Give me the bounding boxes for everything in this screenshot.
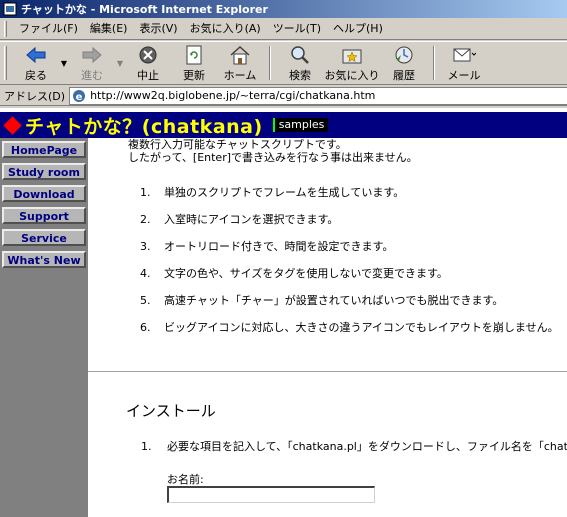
list-item-text: 文字の色や、サイズをタグを使用しないで変更できます。 <box>164 267 448 280</box>
history-button[interactable]: 履歴 <box>381 42 427 84</box>
list-item-number: 6. <box>140 321 151 334</box>
back-label: 戻る <box>25 68 47 82</box>
refresh-button[interactable]: 更新 <box>171 42 217 84</box>
step-number: 1. <box>141 440 152 453</box>
menu-bar: ファイル(F) 編集(E) 表示(V) お気に入り(A) ツール(T) ヘルプ(… <box>0 18 567 40</box>
stop-button[interactable]: 中止 <box>125 42 171 84</box>
toolbar-separator <box>433 46 435 80</box>
address-input[interactable]: e http://www2q.biglobene.jp/~terra/cgi/c… <box>69 86 567 105</box>
list-item: 6. ビッグアイコンに対応し、大きさの違うアイコンでもレイアウトを崩しません。 <box>140 319 559 335</box>
menu-bar-grip[interactable] <box>4 20 7 37</box>
intro-line: 複数行入力可能なチャットスクリプトです。 <box>128 138 347 151</box>
list-item-text: 高速チャット「チャー」が設置されていればいつでも脱出できます。 <box>164 294 504 307</box>
site-banner: チャトかな？(chatkana) samples <box>0 112 567 138</box>
menu-tools[interactable]: ツール(T) <box>267 20 327 38</box>
favorites-folder-icon <box>340 44 364 66</box>
back-dropdown-arrow[interactable]: ▼ <box>59 42 69 84</box>
stop-label: 中止 <box>137 68 159 82</box>
list-item-text: ビッグアイコンに対応し、大きさの違うアイコンでもレイアウトを崩しません。 <box>164 321 559 334</box>
intro-line: したがって、[Enter]で書き込みを行なう事は出来ません。 <box>128 151 418 164</box>
back-arrow-icon <box>24 44 48 66</box>
list-item: 5. 高速チャット「チャー」が設置されていればいつでも脱出できます。 <box>140 292 503 308</box>
red-diamond-icon <box>3 115 22 135</box>
menu-file[interactable]: ファイル(F) <box>13 20 84 38</box>
nav-sidebar: HomePage Study room Download Support Ser… <box>0 138 88 517</box>
search-icon <box>288 44 312 66</box>
name-input[interactable] <box>167 486 375 503</box>
page-title: チャトかな？(chatkana) <box>25 115 263 138</box>
mail-button[interactable]: メール <box>441 42 487 84</box>
home-button[interactable]: ホーム <box>217 42 263 84</box>
list-item: 1. 単独のスクリプトでフレームを生成しています。 <box>140 184 404 200</box>
history-icon <box>392 44 416 66</box>
search-label: 検索 <box>289 68 311 82</box>
address-label: アドレス(D) <box>4 89 66 103</box>
address-url: http://www2q.biglobene.jp/~terra/cgi/cha… <box>90 89 376 102</box>
install-heading: インストール <box>126 402 216 420</box>
home-icon <box>228 44 252 66</box>
menu-favorites[interactable]: お気に入り(A) <box>184 20 267 38</box>
nav-download[interactable]: Download <box>2 185 86 202</box>
list-item-number: 2. <box>140 213 151 226</box>
nav-service[interactable]: Service <box>2 229 86 246</box>
standard-toolbar: 戻る ▼ 進む ▼ 中止 更新 ホーム 検索 お気に入り 履歴 メール <box>0 41 567 85</box>
list-item-number: 5. <box>140 294 151 307</box>
svg-text:e: e <box>76 92 83 103</box>
ie-page-icon <box>3 2 17 16</box>
step-text: 必要な項目を記入して、「chatkana.pl」をダウンロードし、ファイル名を「… <box>167 440 567 453</box>
back-button[interactable]: 戻る <box>13 42 59 84</box>
stop-icon <box>136 44 160 66</box>
name-label: お名前: <box>167 473 204 486</box>
window-title-bar: チャットかな - Microsoft Internet Explorer <box>0 0 567 18</box>
list-item-number: 1. <box>140 186 151 199</box>
menu-help[interactable]: ヘルプ(H) <box>327 20 389 38</box>
search-button[interactable]: 検索 <box>277 42 323 84</box>
list-item: 2. 入室時にアイコンを選択できます。 <box>140 211 338 227</box>
list-item-text: オートリロード付きで、時間を設定できます。 <box>164 240 394 253</box>
mail-label: メール <box>447 68 481 82</box>
refresh-icon <box>182 44 206 66</box>
list-item: 4. 文字の色や、サイズをタグを使用しないで変更できます。 <box>140 265 448 281</box>
forward-button[interactable]: 進む <box>69 42 115 84</box>
install-step: 1. 必要な項目を記入して、「chatkana.pl」をダウンロードし、ファイル名… <box>141 438 567 454</box>
nav-whats-new[interactable]: What's New <box>2 251 86 268</box>
toolbar-grip[interactable] <box>4 46 7 80</box>
samples-tag[interactable]: samples <box>272 118 329 132</box>
menu-view[interactable]: 表示(V) <box>133 20 183 38</box>
ie-page-icon: e <box>72 89 86 103</box>
refresh-label: 更新 <box>183 68 205 82</box>
window-title: チャットかな - Microsoft Internet Explorer <box>21 3 268 16</box>
list-item-number: 4. <box>140 267 151 280</box>
main-content: 複数行入力可能なチャットスクリプトです。 したがって、[Enter]で書き込みを… <box>88 138 567 517</box>
forward-dropdown-arrow[interactable]: ▼ <box>115 42 125 84</box>
page-viewport: チャトかな？(chatkana) samples HomePage Study … <box>0 108 567 517</box>
toolbar-separator <box>269 46 271 80</box>
nav-homepage[interactable]: HomePage <box>2 141 86 158</box>
list-item-text: 入室時にアイコンを選択できます。 <box>164 213 339 226</box>
forward-label: 進む <box>81 68 103 82</box>
nav-study-room[interactable]: Study room <box>2 163 86 180</box>
forward-arrow-icon <box>80 44 104 66</box>
section-divider <box>88 371 567 373</box>
favorites-label: お気に入り <box>324 68 380 82</box>
address-bar: アドレス(D) e http://www2q.biglobene.jp/~ter… <box>0 86 567 106</box>
favorites-button[interactable]: お気に入り <box>323 42 381 84</box>
history-label: 履歴 <box>393 68 415 82</box>
intro-text: 複数行入力可能なチャットスクリプトです。 したがって、[Enter]で書き込みを… <box>128 138 418 164</box>
mail-icon <box>452 44 476 66</box>
nav-support[interactable]: Support <box>2 207 86 224</box>
list-item-number: 3. <box>140 240 151 253</box>
home-label: ホーム <box>223 68 257 82</box>
list-item-text: 単独のスクリプトでフレームを生成しています。 <box>164 186 405 199</box>
menu-edit[interactable]: 編集(E) <box>84 20 134 38</box>
list-item: 3. オートリロード付きで、時間を設定できます。 <box>140 238 393 254</box>
